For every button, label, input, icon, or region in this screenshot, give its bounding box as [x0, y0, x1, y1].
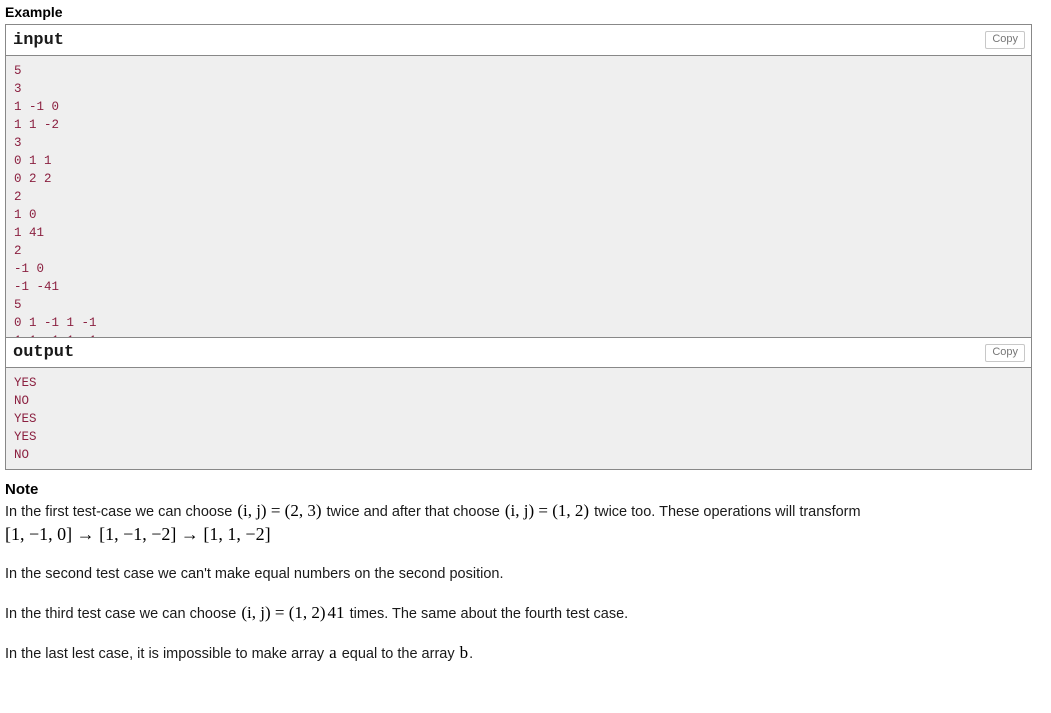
note-p2-text-a: In the second test case we can't make eq…: [5, 566, 504, 583]
input-title: input: [13, 30, 65, 50]
note-p1-text-c: twice too. These operations will transfo…: [590, 504, 861, 521]
note-p4-text-a: In the last lest case, it is impossible …: [5, 646, 329, 663]
sample-tests-container: input Copy 5 3 1 -1 0 1 1 -2 3 0 1 1 0 2…: [5, 24, 1032, 470]
note-p4-text-c: .: [469, 646, 474, 663]
note-paragraph-1: In the first test-case we can choose (i,…: [5, 500, 1046, 547]
note-p1-math-3: [1, −1, 0] → [1, −1, −2] → [1, 1, −2]: [5, 524, 271, 545]
note-p1-text-b: twice and after that choose: [322, 504, 504, 521]
note-p1-math-2: (i, j) = (1, 2): [504, 501, 590, 521]
note-p3-text-a: In the third test case we can choose: [5, 606, 241, 623]
copy-input-button[interactable]: Copy: [985, 31, 1025, 49]
note-p4-math-1: a: [329, 643, 337, 663]
note-title: Note: [5, 481, 39, 498]
output-title-bar: output Copy: [6, 337, 1031, 367]
note-paragraph-2: In the second test case we can't make eq…: [5, 563, 1046, 585]
output-title: output: [13, 343, 75, 362]
note-p4-text-b: equal to the array: [337, 646, 459, 663]
note-p4-math-2: b: [459, 643, 469, 663]
note-p1-math-1: (i, j) = (2, 3): [237, 501, 322, 521]
copy-output-button[interactable]: Copy: [985, 343, 1025, 362]
note-section: Note In the first test-case we can choos…: [0, 481, 1051, 665]
note-p3-math-1: (i, j) = (1, 2): [241, 603, 326, 623]
input-title-bar: input Copy: [6, 25, 1031, 55]
note-p1-text-a: In the first test-case we can choose: [5, 504, 237, 521]
note-paragraph-4: In the last lest case, it is impossible …: [5, 642, 1046, 665]
note-paragraph-3: In the third test case we can choose (i,…: [5, 602, 1046, 625]
note-p3-math-2: 41: [327, 603, 345, 623]
input-content: 5 3 1 -1 0 1 1 -2 3 0 1 1 0 2 2 2 1 0 1 …: [6, 55, 1031, 337]
output-content: YES NO YES YES NO: [6, 367, 1031, 469]
page-title: Example: [5, 4, 63, 20]
note-p3-text-b: times. The same about the fourth test ca…: [345, 606, 629, 623]
